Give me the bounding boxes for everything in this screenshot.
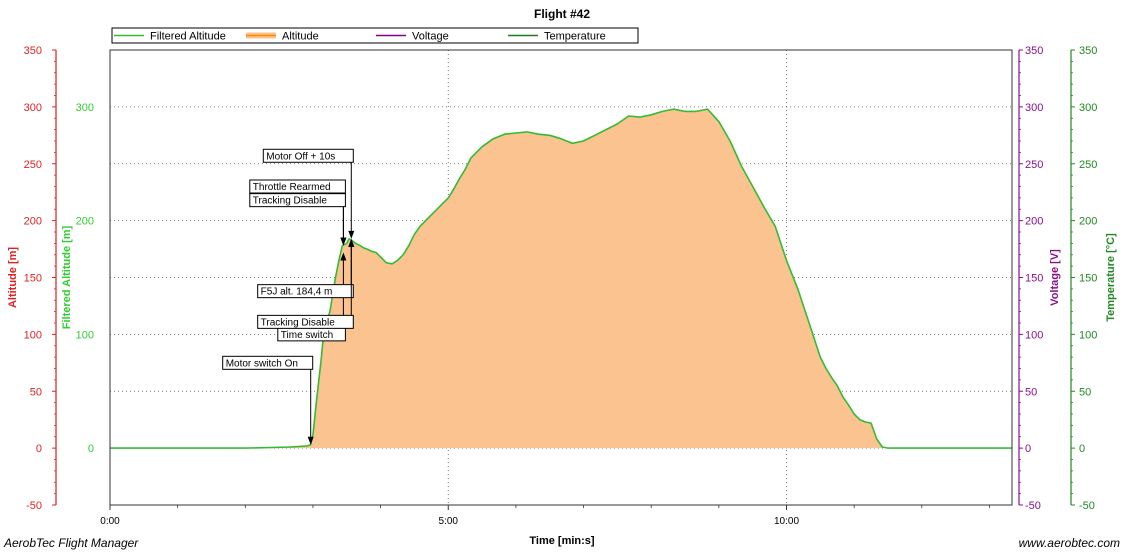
filtered-tick-label: 200 — [76, 216, 94, 228]
legend-label: Altitude — [282, 31, 319, 43]
temperature-axis-label: Temperature [°C] — [1105, 233, 1117, 322]
footer-website: www.aerobtec.com — [1019, 536, 1120, 550]
temperature-tick-label: 100 — [1079, 329, 1097, 341]
temperature-tick-label: 50 — [1079, 386, 1091, 398]
x-tick-label: 0:00 — [100, 516, 120, 527]
filtered-axis-label: Filtered Altitude [m] — [61, 225, 73, 329]
filtered-tick-label: 100 — [76, 329, 94, 341]
x-tick-label: 10:00 — [774, 516, 799, 527]
voltage-tick-label: 100 — [1025, 329, 1043, 341]
altitude-tick-label: 250 — [24, 159, 42, 171]
legend: Filtered Altitude Altitude Voltage Temperat… — [111, 27, 639, 44]
annotation-label: F5J alt. 184,4 m — [261, 287, 333, 298]
plot-area — [109, 49, 1013, 506]
voltage-tick-label: 150 — [1025, 273, 1043, 285]
voltage-tick-label: 350 — [1025, 45, 1043, 57]
voltage-tick-label: 250 — [1025, 159, 1043, 171]
flight-chart: -50 0 50 100 150 200 250 300 350 Altitude [m] 0 100… — [0, 0, 1124, 552]
annotation-label: Tracking Disable — [253, 196, 328, 207]
chart-title: Flight #42 — [534, 7, 590, 21]
altitude-tick-label: 300 — [24, 102, 42, 114]
footer-app-name: AerobTec Flight Manager — [3, 536, 139, 550]
filtered-tick-label: 0 — [88, 443, 94, 455]
legend-label: Voltage — [412, 31, 449, 43]
chart-svg: -50 0 50 100 150 200 250 300 350 Altitude [m] 0 100… — [0, 0, 1124, 552]
temperature-tick-label: -50 — [1079, 500, 1095, 512]
altitude-tick-label: 50 — [30, 386, 42, 398]
voltage-tick-label: 200 — [1025, 216, 1043, 228]
temperature-tick-label: 250 — [1079, 159, 1097, 171]
annotation-label: Throttle Rearmed — [253, 182, 331, 193]
annotation-label: Motor switch On — [226, 358, 298, 369]
annotation-label: Tracking Disable — [261, 317, 336, 328]
altitude-axis-label: Altitude [m] — [7, 247, 19, 308]
voltage-tick-label: 0 — [1025, 443, 1031, 455]
legend-label: Temperature — [544, 31, 606, 43]
altitude-tick-label: -50 — [26, 500, 42, 512]
altitude-tick-label: 200 — [24, 216, 42, 228]
altitude-tick-label: 0 — [36, 443, 42, 455]
temperature-tick-label: 0 — [1079, 443, 1085, 455]
altitude-tick-label: 100 — [24, 329, 42, 341]
x-tick-label: 5:00 — [439, 516, 459, 527]
legend-label: Filtered Altitude — [150, 31, 226, 43]
voltage-axis-label: Voltage [V] — [1049, 249, 1061, 306]
x-axis-label: Time [min:s] — [529, 535, 595, 547]
voltage-tick-label: 50 — [1025, 386, 1037, 398]
temperature-tick-label: 200 — [1079, 216, 1097, 228]
temperature-tick-label: 150 — [1079, 273, 1097, 285]
voltage-tick-label: -50 — [1025, 500, 1041, 512]
voltage-tick-label: 300 — [1025, 102, 1043, 114]
altitude-tick-label: 350 — [24, 45, 42, 57]
temperature-tick-label: 350 — [1079, 45, 1097, 57]
altitude-tick-label: 150 — [24, 273, 42, 285]
annotation-label: Time switch — [281, 330, 333, 341]
filtered-tick-label: 300 — [76, 102, 94, 114]
temperature-tick-label: 300 — [1079, 102, 1097, 114]
annotation-label: Motor Off + 10s — [266, 151, 335, 162]
